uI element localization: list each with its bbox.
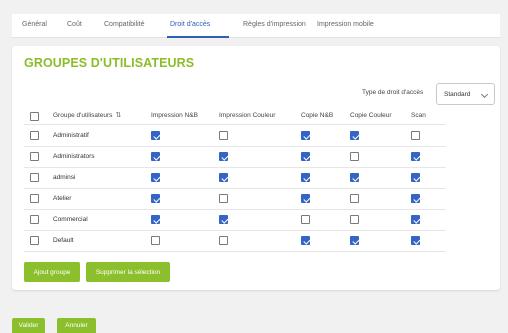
tab-bar: Général Coût Compatibilité Droit d'accès… [12, 14, 500, 38]
permission-checkbox[interactable] [151, 215, 160, 224]
access-type-value: Standard [444, 91, 471, 98]
permission-checkbox[interactable] [301, 236, 310, 245]
permission-checkbox[interactable] [350, 131, 359, 140]
row-select-checkbox[interactable] [30, 194, 39, 203]
permission-checkbox[interactable] [219, 236, 228, 245]
active-tab-indicator [167, 36, 229, 38]
row-select-checkbox[interactable] [30, 152, 39, 161]
group-name: Atelier [53, 195, 72, 202]
row-divider [24, 251, 446, 252]
column-header-group[interactable]: Groupe d'utilisateurs ⇅ [53, 109, 121, 131]
permission-checkbox[interactable] [301, 215, 310, 224]
permission-checkbox[interactable] [350, 215, 359, 224]
delete-selection-button[interactable]: Supprimer la sélection [86, 262, 170, 282]
permission-checkbox[interactable] [411, 173, 420, 182]
chevron-down-icon [480, 90, 489, 99]
tab-droit-acces[interactable]: Droit d'accès [170, 21, 210, 28]
permission-checkbox[interactable] [350, 173, 359, 182]
permission-checkbox[interactable] [151, 131, 160, 140]
permission-checkbox[interactable] [411, 236, 420, 245]
validate-button[interactable]: Valider [12, 318, 45, 333]
permission-checkbox[interactable] [219, 152, 228, 161]
row-divider [24, 167, 446, 168]
row-select-checkbox[interactable] [30, 131, 39, 140]
user-groups-card: GROUPES D'UTILISATEURS Type de droit d'a… [12, 46, 500, 290]
sort-arrows-icon[interactable]: ⇅ [115, 109, 121, 123]
tab-impression-mobile[interactable]: Impression mobile [317, 21, 374, 28]
group-name: Administrators [53, 153, 95, 160]
section-title: GROUPES D'UTILISATEURS [24, 56, 195, 70]
permission-checkbox[interactable] [219, 215, 228, 224]
permission-checkbox[interactable] [151, 152, 160, 161]
column-header-scan: Scan [411, 112, 426, 119]
permission-checkbox[interactable] [301, 131, 310, 140]
column-header-copy-bw: Copie N&B [301, 112, 334, 119]
permission-checkbox[interactable] [219, 131, 228, 140]
permission-checkbox[interactable] [350, 194, 359, 203]
access-type-label: Type de droit d'accès [362, 89, 424, 96]
row-divider [24, 146, 446, 147]
column-header-copy-color: Copie Couleur [350, 112, 392, 119]
tab-cout[interactable]: Coût [67, 21, 82, 28]
header-divider [24, 124, 446, 125]
permission-checkbox[interactable] [219, 173, 228, 182]
permission-checkbox[interactable] [151, 173, 160, 182]
tab-general[interactable]: Général [22, 21, 47, 28]
permission-checkbox[interactable] [350, 236, 359, 245]
permission-checkbox[interactable] [301, 152, 310, 161]
row-divider [24, 230, 446, 231]
group-name: adminsi [53, 174, 76, 181]
permission-checkbox[interactable] [151, 194, 160, 203]
permission-checkbox[interactable] [219, 194, 228, 203]
select-all-checkbox[interactable] [30, 112, 39, 121]
permission-checkbox[interactable] [350, 152, 359, 161]
access-type-select[interactable]: Standard [436, 83, 495, 105]
row-select-checkbox[interactable] [30, 236, 39, 245]
permission-checkbox[interactable] [151, 236, 160, 245]
permission-checkbox[interactable] [411, 215, 420, 224]
column-header-group-label: Groupe d'utilisateurs [53, 112, 113, 119]
column-header-print-color: Impression Couleur [219, 112, 276, 119]
row-divider [24, 188, 446, 189]
add-group-button[interactable]: Ajout groupe [24, 262, 80, 282]
tab-regles-impression[interactable]: Règles d'impression [243, 21, 306, 28]
permission-checkbox[interactable] [301, 173, 310, 182]
group-name: Default [53, 237, 74, 244]
permission-checkbox[interactable] [411, 194, 420, 203]
permission-checkbox[interactable] [411, 131, 420, 140]
permission-checkbox[interactable] [411, 152, 420, 161]
group-name: Commercial [53, 216, 88, 223]
group-name: Administratif [53, 132, 89, 139]
row-divider [24, 209, 446, 210]
permission-checkbox[interactable] [301, 194, 310, 203]
tab-compatibilite[interactable]: Compatibilité [104, 21, 144, 28]
column-header-print-bw: Impression N&B [151, 112, 198, 119]
row-select-checkbox[interactable] [30, 173, 39, 182]
row-select-checkbox[interactable] [30, 215, 39, 224]
cancel-button[interactable]: Annuler [57, 318, 96, 333]
